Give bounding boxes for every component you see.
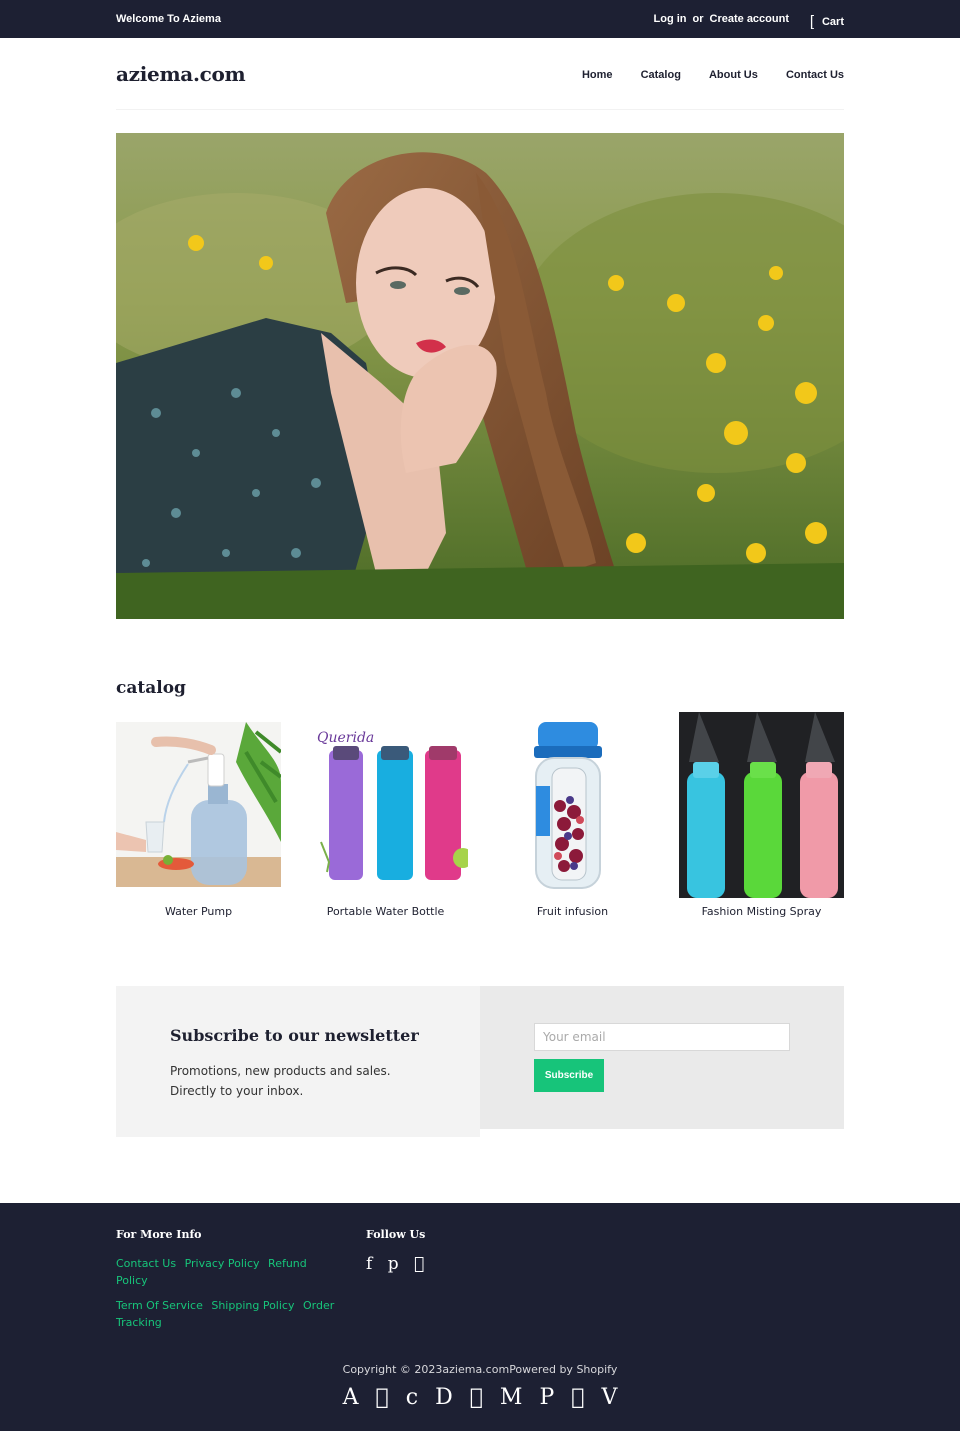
site-logo[interactable]: aziema.com [116, 62, 246, 86]
instagram-icon[interactable]:  [414, 1254, 424, 1274]
pinterest-icon[interactable]: p [388, 1254, 399, 1274]
footer-link-term-of-service[interactable]: Term Of Service [116, 1299, 203, 1312]
payment-icons: A  c D  M P  V [0, 1385, 960, 1410]
site-footer: For More Info Contact Us Privacy Policy … [0, 1203, 960, 1431]
copyright-site-link[interactable]: aziema.com [442, 1363, 509, 1376]
product-image[interactable] [116, 722, 283, 887]
newsletter-form: Subscribe [480, 986, 844, 1129]
diners-club-icon: c [395, 1385, 418, 1410]
product-card-fruit-infusion[interactable]: Fruit infusion [490, 712, 655, 927]
product-image[interactable] [490, 716, 655, 892]
nav-home[interactable]: Home [582, 69, 613, 81]
apple-pay-icon:  [376, 1385, 389, 1410]
newsletter-title: Subscribe to our newsletter [170, 1026, 419, 1045]
product-image[interactable]: Querida [303, 712, 473, 892]
site-header: aziema.com Home Catalog About Us Contact… [116, 52, 844, 110]
discover-icon: D [424, 1385, 453, 1410]
footer-info-heading: For More Info [116, 1228, 202, 1241]
newsletter-panel: Subscribe to our newsletter Promotions, … [116, 986, 480, 1137]
copyright-text: Copyright © 2023 [342, 1363, 443, 1376]
footer-link-contact-us[interactable]: Contact Us [116, 1257, 176, 1270]
catalog-title: catalog [116, 678, 186, 698]
footer-links: Contact Us Privacy Policy Refund Policy … [116, 1255, 338, 1339]
subscribe-button[interactable]: Subscribe [534, 1059, 604, 1092]
top-bar: Welcome To Aziema Log in or Create account… [0, 0, 960, 38]
newsletter-line-2: Directly to your inbox. [170, 1084, 304, 1098]
create-account-link[interactable]: Create account [710, 13, 789, 25]
product-name[interactable]: Fashion Misting Spray [679, 905, 844, 918]
product-card-fashion-misting-spray[interactable]: Fashion Misting Spray [679, 712, 844, 927]
hero-illustration [116, 133, 844, 619]
facebook-icon[interactable]: f [366, 1254, 372, 1274]
nav-contact-us[interactable]: Contact Us [786, 69, 844, 81]
main-nav: Home Catalog About Us Contact Us [557, 69, 844, 81]
shop-pay-icon:  [571, 1385, 584, 1410]
hero-image [116, 133, 844, 619]
product-image[interactable] [679, 712, 844, 898]
paypal-icon: P [539, 1385, 554, 1410]
bottle-brand-text: Querida [317, 730, 374, 746]
cart-link[interactable]: [ Cart [809, 12, 844, 30]
mastercard-icon: M [479, 1385, 523, 1410]
product-name[interactable]: Water Pump [116, 905, 281, 918]
account-links: Log in or Create account [654, 13, 789, 25]
newsletter-description: Promotions, new products and sales. Dire… [170, 1061, 430, 1101]
or-text: or [692, 13, 704, 25]
nav-catalog[interactable]: Catalog [641, 69, 681, 81]
footer-link-shipping-policy[interactable]: Shipping Policy [211, 1299, 294, 1312]
cart-label: Cart [821, 16, 844, 28]
footer-link-privacy-policy[interactable]: Privacy Policy [185, 1257, 260, 1270]
copyright-line: Copyright © 2023aziema.comPowered by Sho… [0, 1363, 960, 1376]
powered-by-text[interactable]: Powered by Shopify [509, 1363, 617, 1376]
footer-follow-heading: Follow Us [366, 1228, 426, 1241]
cart-icon: [ [809, 13, 814, 30]
email-input[interactable] [534, 1023, 790, 1051]
product-name[interactable]: Portable Water Bottle [303, 905, 468, 918]
newsletter-line-1: Promotions, new products and sales. [170, 1064, 391, 1078]
product-name[interactable]: Fruit infusion [490, 905, 655, 918]
american-express-icon: A [342, 1385, 359, 1410]
nav-about-us[interactable]: About Us [709, 69, 758, 81]
visa-icon: V [601, 1385, 617, 1410]
product-card-portable-water-bottle[interactable]: Querida Portable Water Bottle [303, 712, 473, 927]
product-card-water-pump[interactable]: Water Pump [116, 712, 283, 927]
google-pay-icon:  [470, 1385, 483, 1410]
login-link[interactable]: Log in [654, 13, 687, 25]
welcome-text: Welcome To Aziema [116, 13, 221, 25]
social-links: f p  [366, 1254, 434, 1274]
